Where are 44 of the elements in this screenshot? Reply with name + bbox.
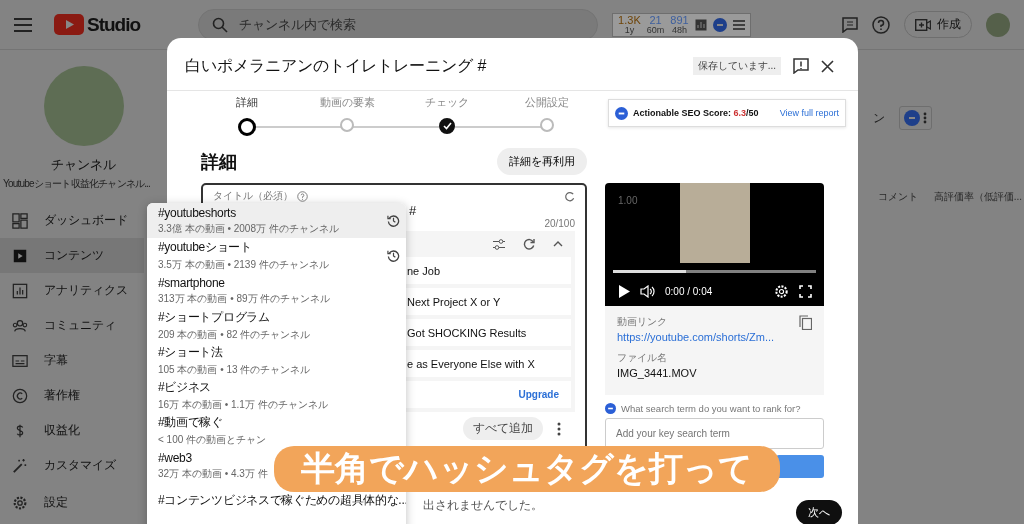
- channel-name: チャンネル: [50, 156, 117, 174]
- hashtag-name: #ショート法: [158, 344, 224, 361]
- stat-period: 1y: [624, 25, 635, 35]
- hashtag-name: #youtubeshorts: [158, 205, 237, 220]
- hashtag-name: #youtubeショート: [158, 239, 253, 256]
- stat-period: 48h: [671, 25, 687, 35]
- channel-subtitle: Youtubeショート収益化チャンネル...: [2, 177, 152, 191]
- hashtag-name: #コンテンツビジネスで稼ぐための超具体的な...: [158, 492, 406, 509]
- hashtag-name: #web3: [158, 450, 193, 465]
- character-counter: 20/100: [544, 218, 575, 229]
- notice-text: 出されませんでした。: [423, 498, 543, 512]
- hashtag-stats: < 100 件の動画とチャン: [158, 433, 268, 447]
- seo-question: What search term do you want to rank for?: [621, 403, 801, 414]
- field-label: タイトル（必須）: [213, 189, 293, 203]
- partial-label: ン: [873, 109, 885, 127]
- hashtag-stats: 32万 本の動画 • 4.3万 件: [158, 466, 269, 481]
- hashtag-stats: 313万 本の動画 • 89万 件のチャンネル: [158, 291, 332, 306]
- file-label: ファイル名: [617, 351, 668, 365]
- column-header: コメント: [877, 190, 918, 204]
- section-heading: 詳細: [201, 150, 237, 174]
- saving-badge: 保存しています...: [692, 57, 781, 75]
- video-time: 0:00 / 0:04: [665, 286, 713, 297]
- file-name: IMG_3441.MOV: [617, 367, 698, 379]
- hashtag-name: #ビジネス: [158, 379, 213, 396]
- hashtag-stats: 105 本の動画 • 13 件のチャンネル: [158, 363, 312, 377]
- title-value: #: [409, 203, 417, 218]
- hashtag-stats: 3.3億 本の動画 • 2008万 件のチャンネル: [158, 221, 340, 236]
- stat-period: 60m: [646, 25, 665, 35]
- hashtag-name: #動画で稼ぐ: [158, 414, 224, 431]
- seo-score: Actionable SEO Score: 6.3/50: [633, 108, 759, 118]
- link-label: 動画リンク: [617, 315, 668, 329]
- stat-value: 891: [670, 14, 689, 26]
- studio-logo: Studio: [87, 13, 141, 36]
- hashtag-stats: 209 本の動画 • 82 件のチャンネル: [158, 328, 312, 342]
- hashtag-name: #smartphone: [158, 275, 226, 290]
- dialog-title: 白いポメラニアンのトイレトレーニング #: [185, 55, 488, 76]
- stat-value: 21: [649, 14, 662, 26]
- hashtag-name: #ショートプログラム: [158, 309, 271, 326]
- playback-speed: 1.00: [618, 195, 638, 206]
- stat-value: 1.3K: [618, 14, 641, 26]
- hashtag-stats: 3.5万 本の動画 • 2139 件のチャンネル: [158, 258, 330, 272]
- column-header: 高評価率（低評価...: [933, 190, 1022, 204]
- hashtag-stats: 16万 本の動画 • 1.1万 件のチャンネル: [158, 398, 329, 412]
- caption-overlay: 半角でハッシュタグを打って: [274, 446, 780, 492]
